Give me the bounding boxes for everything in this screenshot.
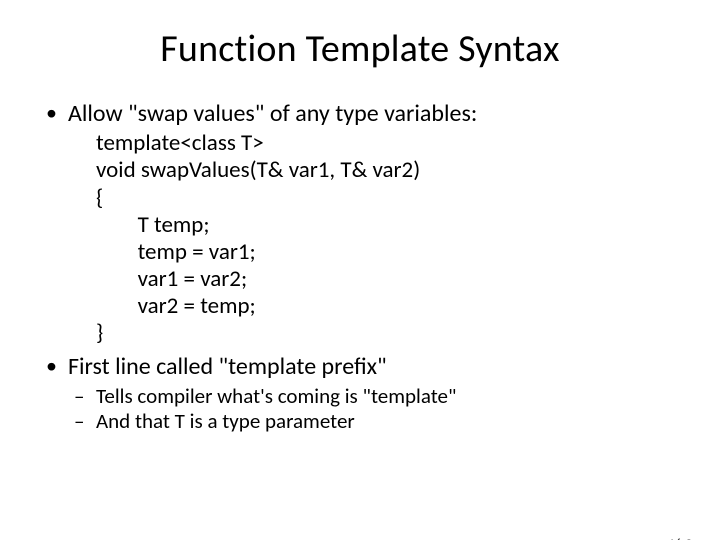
sub-bullet-list: Tells compiler what's coming is "templat… — [68, 384, 680, 435]
code-block: template<class T> void swapValues(T& var… — [96, 130, 680, 347]
slide: Function Template Syntax Allow "swap val… — [0, 26, 720, 540]
sub-bullet-item: And that T is a type parameter — [68, 409, 680, 435]
sub-bullet-text: And that T is a type parameter — [96, 408, 355, 434]
bullet-text: Allow "swap values" of any type variable… — [68, 99, 477, 128]
bullet-list: Allow "swap values" of any type variable… — [40, 100, 680, 435]
sub-bullet-text: Tells compiler what's coming is "templat… — [96, 383, 456, 409]
bullet-item: First line called "template prefix" Tell… — [40, 353, 680, 435]
slide-body: Allow "swap values" of any type variable… — [0, 100, 720, 435]
bullet-item: Allow "swap values" of any type variable… — [40, 100, 680, 347]
sub-bullet-item: Tells compiler what's coming is "templat… — [68, 384, 680, 410]
bullet-text: First line called "template prefix" — [68, 352, 387, 381]
slide-title: Function Template Syntax — [0, 26, 720, 72]
